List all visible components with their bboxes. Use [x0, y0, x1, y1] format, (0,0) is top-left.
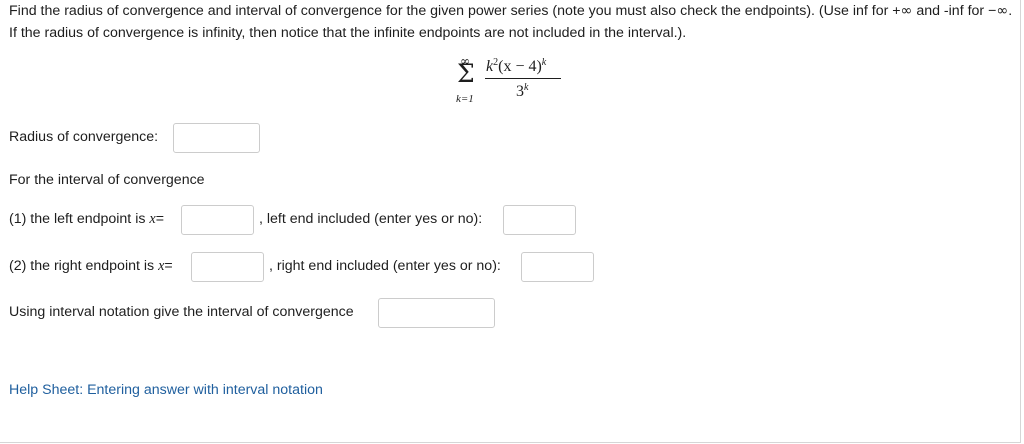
left-endpoint-label: (1) the left endpoint is x=	[9, 211, 164, 227]
help-sheet-link[interactable]: Help Sheet: Entering answer with interva…	[9, 382, 323, 398]
radius-input[interactable]	[173, 123, 260, 153]
prompt-text-2: and -inf for −	[912, 3, 997, 19]
formula-denominator: 3k	[516, 82, 529, 100]
problem-prompt: Find the radius of convergence and inter…	[9, 0, 1014, 44]
sigma-symbol: Σ	[457, 59, 475, 88]
formula-numerator: k2(x − 4)k	[486, 57, 547, 75]
infinity-symbol: ∞	[996, 3, 1009, 19]
radius-label: Radius of convergence:	[9, 129, 159, 145]
right-endpoint-label: (2) the right endpoint is x=	[9, 258, 173, 274]
infinity-symbol: ∞	[900, 3, 913, 19]
left-endpoint-input[interactable]	[181, 205, 254, 235]
left-included-label: , left end included (enter yes or no):	[259, 211, 483, 227]
interval-notation-input[interactable]	[378, 298, 495, 328]
interval-heading: For the interval of convergence	[9, 172, 205, 188]
fraction-bar	[485, 78, 561, 79]
right-included-label: , right end included (enter yes or no):	[269, 258, 501, 274]
interval-notation-label: Using interval notation give the interva…	[9, 304, 354, 320]
power-series-formula: ∞ Σ k=1 k2(x − 4)k 3k	[455, 54, 575, 110]
right-endpoint-input[interactable]	[191, 252, 264, 282]
left-included-input[interactable]	[503, 205, 576, 235]
sum-lower-limit: k=1	[456, 93, 474, 105]
right-included-input[interactable]	[521, 252, 594, 282]
prompt-text-1: Find the radius of convergence and inter…	[9, 3, 901, 19]
